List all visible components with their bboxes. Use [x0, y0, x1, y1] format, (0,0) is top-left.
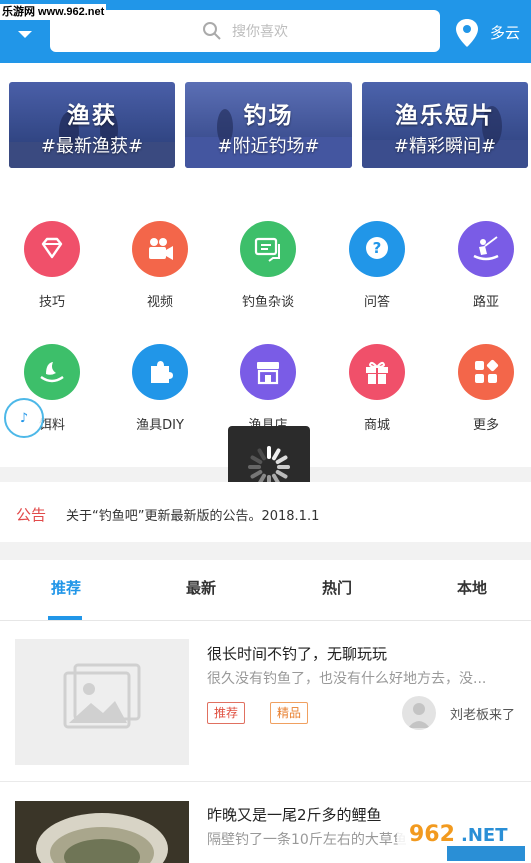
svg-text:962: 962	[409, 822, 455, 847]
category-tips[interactable]: 技巧	[0, 221, 106, 310]
category-grid: 技巧 视频 钓鱼杂谈 ? 问答 路亚 饵料 渔具DIY 渔具店 商城 更多	[0, 185, 531, 467]
category-label: 商城	[363, 418, 390, 433]
banner-catch[interactable]: 渔获 #最新渔获#	[9, 82, 175, 168]
video-camera-icon	[132, 221, 188, 277]
featured-badge: 精品	[270, 702, 309, 724]
category-label: 更多	[472, 418, 499, 433]
category-video[interactable]: 视频	[106, 221, 214, 310]
music-float-icon[interactable]: ♪	[4, 398, 44, 438]
search-placeholder: 搜你喜欢	[232, 24, 288, 40]
category-qa[interactable]: ? 问答	[323, 221, 431, 310]
search-icon	[203, 22, 221, 40]
banner-subtitle: #精彩瞬间#	[393, 136, 497, 157]
gift-icon	[349, 344, 405, 400]
category-lure[interactable]: 路亚	[432, 221, 531, 310]
category-chat[interactable]: 钓鱼杂谈	[214, 221, 322, 310]
post-title[interactable]: 昨晚又是一尾2斤多的鲤鱼	[207, 804, 382, 825]
tab-local[interactable]: 本地	[422, 577, 522, 598]
tab-latest[interactable]: 最新	[151, 577, 251, 598]
category-label: 问答	[363, 295, 390, 310]
tab-hot[interactable]: 热门	[287, 577, 387, 598]
announcement-tag: 公告	[16, 506, 47, 524]
lure-fishing-icon	[458, 221, 514, 277]
recommend-badge: 推荐	[207, 702, 246, 724]
feed-tabs: 推荐 最新 热门 本地	[0, 560, 531, 621]
category-label: 视频	[146, 295, 173, 310]
banner-title: 渔获	[67, 103, 117, 129]
category-tackle-shop[interactable]: 渔具店	[214, 344, 322, 433]
announcement-bar[interactable]: 公告 关于“钓鱼吧”更新最新版的公告。2018.1.1	[0, 482, 531, 542]
svg-text:.NET: .NET	[461, 825, 508, 846]
dropdown-arrow-icon[interactable]	[14, 27, 36, 41]
divider	[0, 781, 531, 782]
banner-title: 渔乐短片	[395, 103, 495, 129]
image-placeholder-icon	[15, 639, 189, 765]
diamond-icon	[24, 221, 80, 277]
post-thumbnail	[15, 801, 189, 863]
location-pin-icon[interactable]	[454, 18, 480, 48]
active-tab-indicator	[48, 616, 82, 620]
category-mall[interactable]: 商城	[323, 344, 431, 433]
banner-shorts[interactable]: 渔乐短片 #精彩瞬间#	[362, 82, 528, 168]
chat-icon	[240, 221, 296, 277]
post-title[interactable]: 很长时间不钓了，无聊玩玩	[207, 643, 387, 664]
question-icon: ?	[349, 221, 405, 277]
category-more[interactable]: 更多	[432, 344, 531, 433]
svg-text:?: ?	[373, 239, 382, 257]
banner-spot[interactable]: 钓场 #附近钓场#	[185, 82, 352, 168]
banner-title: 钓场	[243, 103, 294, 129]
tab-recommended[interactable]: 推荐	[16, 577, 116, 598]
site-logo-watermark: 962 .NET	[397, 818, 525, 861]
puzzle-icon	[132, 344, 188, 400]
search-box[interactable]: 搜你喜欢	[50, 10, 440, 52]
weather-label[interactable]: 多云	[490, 22, 520, 43]
store-icon	[240, 344, 296, 400]
more-grid-icon	[458, 344, 514, 400]
post-desc: 很久没有钓鱼了，也没有什么好地方去，没...	[207, 671, 487, 687]
watermark: 乐游网 www.962.net	[0, 4, 107, 20]
banner-subtitle: #最新渔获#	[40, 136, 144, 157]
category-label: 渔具DIY	[136, 418, 184, 433]
bait-icon	[24, 344, 80, 400]
category-label: 钓鱼杂谈	[241, 295, 294, 310]
category-diy[interactable]: 渔具DIY	[106, 344, 214, 433]
announcement-text[interactable]: 关于“钓鱼吧”更新最新版的公告。2018.1.1	[66, 505, 319, 524]
category-label: 技巧	[38, 295, 65, 310]
category-label: 路亚	[472, 295, 499, 310]
post-author[interactable]: 刘老板来了	[450, 704, 515, 723]
banner-subtitle: #附近钓场#	[217, 136, 320, 157]
avatar[interactable]	[402, 696, 436, 730]
